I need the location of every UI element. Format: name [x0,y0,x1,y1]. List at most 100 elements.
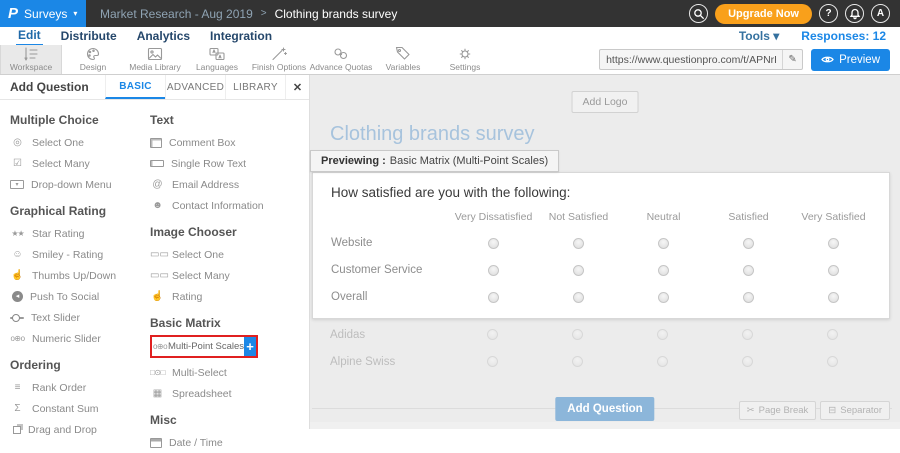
workspace-icon [22,47,40,61]
matrix-column-header: Neutral [621,204,706,230]
qtype-select-one[interactable]: ◎ Select One [10,132,150,153]
qtype-constant-sum[interactable]: Σ Constant Sum [10,398,150,419]
section-graphical-rating: Graphical Rating [10,204,150,218]
matrix-column-header: Satisfied [706,204,791,230]
multi-select-icon: □⊙□ [150,369,165,377]
radio-button[interactable] [828,238,839,249]
checkbox-icon: ☑ [10,159,25,169]
radio-button[interactable] [828,265,839,276]
share-icon: ◂ [12,291,23,302]
matrix-row-label: Adidas [330,322,450,348]
page-break-button[interactable]: ✂ Page Break [739,401,817,420]
qtype-contact-information[interactable]: ☻ Contact Information [150,195,308,216]
survey-url-input[interactable] [600,54,782,66]
section-multiple-choice: Multiple Choice [10,113,150,127]
translate-icon [208,47,226,61]
separator-icon: ⊟ [828,405,836,416]
qtype-multi-select[interactable]: □⊙□ Multi-Select [150,362,308,383]
separator-button[interactable]: ⊟ Separator [820,401,890,420]
matrix-column-header: Very Satisfied [791,204,876,230]
radio-button[interactable] [658,265,669,276]
top-actions: Upgrade Now ? A [689,4,900,24]
menu-distribute[interactable]: Distribute [59,28,119,45]
qtype-select-many[interactable]: ☑ Select Many [10,153,150,174]
tab-design[interactable]: Design [62,45,124,74]
qtype-spreadsheet[interactable]: ▦ Spreadsheet [150,383,308,404]
radio-button[interactable] [573,238,584,249]
textarea-icon [150,138,162,148]
tab-advance-quotas[interactable]: Advance Quotas [310,45,372,74]
radio-button[interactable] [488,292,499,303]
tab-workspace[interactable]: Workspace [0,45,62,74]
qtype-single-row-text[interactable]: Single Row Text [150,153,308,174]
qtype-rank-order[interactable]: ≡ Rank Order [10,377,150,398]
qtype-date-time[interactable]: Date / Time [150,432,308,453]
tab-finish-options[interactable]: Finish Options [248,45,310,74]
qtype-smiley-rating[interactable]: ☺ Smiley - Rating [10,244,150,265]
responses-count[interactable]: Responses: 12 [801,29,886,43]
qtype-image-rating[interactable]: ☝ Rating [150,286,308,307]
gear-icon [456,47,474,61]
tab-variables[interactable]: Variables [372,45,434,74]
qtype-star-rating[interactable]: ★★ Star Rating [10,223,150,244]
tab-media-library[interactable]: Media Library [124,45,186,74]
qtype-push-to-social[interactable]: ◂ Push To Social [10,286,150,307]
edit-url-button[interactable]: ✎ [782,50,802,69]
radio-button[interactable] [488,238,499,249]
menu-edit[interactable]: Edit [16,27,43,46]
search-button[interactable] [689,4,708,23]
product-switcher[interactable]: P Surveys ▾ [0,0,86,27]
qtype-text-slider[interactable]: Text Slider [10,307,150,328]
page-break-icon: ✂ [747,405,755,416]
qtype-comment-box[interactable]: Comment Box [150,132,308,153]
tab-library[interactable]: LIBRARY [225,75,285,99]
calendar-icon [150,438,162,448]
qtype-email-address[interactable]: @ Email Address [150,174,308,195]
add-question-button[interactable]: Add Question [555,397,654,421]
preview-button[interactable]: Preview [811,49,890,71]
grid-icon: ▦ [150,389,165,399]
section-text: Text [150,113,308,127]
qtype-dropdown-menu[interactable]: ▾ Drop-down Menu [10,174,150,195]
help-button[interactable]: ? [819,4,838,23]
radio-button[interactable] [573,265,584,276]
tab-settings[interactable]: Settings [434,45,496,74]
radio-button[interactable] [573,292,584,303]
qtype-thumbs-up-down[interactable]: ☝ Thumbs Up/Down [10,265,150,286]
tab-advanced[interactable]: ADVANCED [165,75,225,99]
close-panel-button[interactable]: ✕ [285,75,309,99]
menu-analytics[interactable]: Analytics [135,28,192,45]
matrix-row-label: Alpine Swiss [330,349,450,375]
add-question-panel: Add Question BASIC ADVANCED LIBRARY ✕ Mu… [0,75,310,429]
radio-button[interactable] [488,265,499,276]
breadcrumb: Market Research - Aug 2019 > Clothing br… [86,7,689,21]
add-multi-point-scales-button[interactable]: + [244,337,256,356]
notifications-button[interactable] [845,4,864,23]
tab-languages[interactable]: Languages [186,45,248,74]
account-avatar[interactable]: A [871,4,890,23]
radio-button[interactable] [743,265,754,276]
add-logo-button[interactable]: Add Logo [572,91,639,113]
image-icon [146,47,164,61]
breadcrumb-parent[interactable]: Market Research - Aug 2019 [100,7,253,21]
radio-button [487,329,498,340]
survey-url-box: ✎ [599,49,803,70]
radio-button[interactable] [743,292,754,303]
qtype-multi-point-scales-highlighted[interactable]: o⊕o Multi-Point Scales + [150,335,258,358]
qtype-numeric-slider[interactable]: o⊕o Numeric Slider [10,328,150,349]
menu-integration[interactable]: Integration [208,28,274,45]
monitors-icon: ▭▭ [150,271,165,281]
tab-basic[interactable]: BASIC [105,75,165,99]
matrix-row-label: Customer Service [331,257,451,284]
qtype-image-select-many[interactable]: ▭▭ Select Many [150,265,308,286]
radio-button [657,329,668,340]
radio-button[interactable] [828,292,839,303]
upgrade-now-button[interactable]: Upgrade Now [715,4,812,24]
qtype-drag-and-drop[interactable]: Drag and Drop [10,419,150,440]
section-image-chooser: Image Chooser [150,225,308,239]
qtype-image-select-one[interactable]: ▭▭ Select One [150,244,308,265]
radio-button[interactable] [743,238,754,249]
radio-button[interactable] [658,292,669,303]
radio-button[interactable] [658,238,669,249]
tools-dropdown[interactable]: Tools ▾ [739,29,779,43]
